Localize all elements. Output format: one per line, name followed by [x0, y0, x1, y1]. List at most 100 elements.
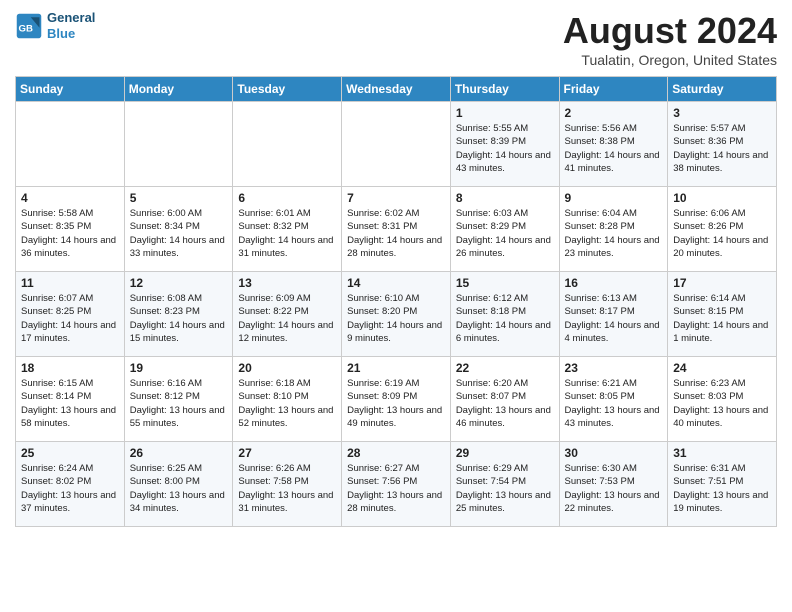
- day-number: 29: [456, 446, 554, 460]
- day-info: Sunrise: 5:55 AMSunset: 8:39 PMDaylight:…: [456, 122, 554, 175]
- day-info: Sunrise: 6:10 AMSunset: 8:20 PMDaylight:…: [347, 292, 445, 345]
- day-info: Sunrise: 5:58 AMSunset: 8:35 PMDaylight:…: [21, 207, 119, 260]
- day-number: 28: [347, 446, 445, 460]
- calendar-week-row: 1 Sunrise: 5:55 AMSunset: 8:39 PMDaylight…: [16, 102, 777, 187]
- day-number: 19: [130, 361, 228, 375]
- day-number: 3: [673, 106, 771, 120]
- day-number: 30: [565, 446, 663, 460]
- calendar-cell: 16Sunrise: 6:13 AMSunset: 8:17 PMDayligh…: [559, 272, 668, 357]
- calendar-cell: 20Sunrise: 6:18 AMSunset: 8:10 PMDayligh…: [233, 357, 342, 442]
- day-number: 13: [238, 276, 336, 290]
- day-number: 27: [238, 446, 336, 460]
- calendar-table: SundayMondayTuesdayWednesdayThursdayFrid…: [15, 76, 777, 527]
- day-info: Sunrise: 6:21 AMSunset: 8:05 PMDaylight:…: [565, 377, 663, 430]
- day-number: 18: [21, 361, 119, 375]
- day-number: 24: [673, 361, 771, 375]
- day-info: Sunrise: 6:24 AMSunset: 8:02 PMDaylight:…: [21, 462, 119, 515]
- column-header-friday: Friday: [559, 77, 668, 102]
- calendar-cell: 2 Sunrise: 5:56 AMSunset: 8:38 PMDaylight…: [559, 102, 668, 187]
- calendar-cell: 26 Sunrise: 6:25 AMSunset: 8:00 PMDayligh…: [124, 442, 233, 527]
- calendar-cell: [16, 102, 125, 187]
- day-info: Sunrise: 6:02 AMSunset: 8:31 PMDaylight:…: [347, 207, 445, 260]
- day-info: Sunrise: 5:57 AMSunset: 8:36 PMDaylight:…: [673, 122, 771, 175]
- day-info: Sunrise: 5:56 AMSunset: 8:38 PMDaylight:…: [565, 122, 663, 175]
- day-number: 8: [456, 191, 554, 205]
- calendar-cell: [342, 102, 451, 187]
- day-number: 11: [21, 276, 119, 290]
- day-number: 2: [565, 106, 663, 120]
- calendar-cell: 15Sunrise: 6:12 AMSunset: 8:18 PMDayligh…: [450, 272, 559, 357]
- calendar-week-row: 25 Sunrise: 6:24 AMSunset: 8:02 PMDayligh…: [16, 442, 777, 527]
- calendar-cell: [233, 102, 342, 187]
- day-info: Sunrise: 6:30 AMSunset: 7:53 PMDaylight:…: [565, 462, 663, 515]
- day-info: Sunrise: 6:26 AMSunset: 7:58 PMDaylight:…: [238, 462, 336, 515]
- day-info: Sunrise: 6:18 AMSunset: 8:10 PMDaylight:…: [238, 377, 336, 430]
- calendar-cell: 3 Sunrise: 5:57 AMSunset: 8:36 PMDaylight…: [668, 102, 777, 187]
- column-header-saturday: Saturday: [668, 77, 777, 102]
- calendar-week-row: 4Sunrise: 5:58 AMSunset: 8:35 PMDaylight…: [16, 187, 777, 272]
- logo-icon: GB: [15, 12, 43, 40]
- day-number: 25: [21, 446, 119, 460]
- day-number: 31: [673, 446, 771, 460]
- day-info: Sunrise: 6:00 AMSunset: 8:34 PMDaylight:…: [130, 207, 228, 260]
- month-year-title: August 2024: [563, 10, 777, 52]
- day-number: 21: [347, 361, 445, 375]
- logo: GB General Blue: [15, 10, 95, 41]
- column-header-wednesday: Wednesday: [342, 77, 451, 102]
- day-number: 9: [565, 191, 663, 205]
- day-info: Sunrise: 6:23 AMSunset: 8:03 PMDaylight:…: [673, 377, 771, 430]
- title-block: August 2024 Tualatin, Oregon, United Sta…: [563, 10, 777, 68]
- calendar-cell: 28Sunrise: 6:27 AMSunset: 7:56 PMDayligh…: [342, 442, 451, 527]
- day-info: Sunrise: 6:09 AMSunset: 8:22 PMDaylight:…: [238, 292, 336, 345]
- day-info: Sunrise: 6:08 AMSunset: 8:23 PMDaylight:…: [130, 292, 228, 345]
- calendar-cell: 9Sunrise: 6:04 AMSunset: 8:28 PMDaylight…: [559, 187, 668, 272]
- column-header-monday: Monday: [124, 77, 233, 102]
- day-number: 10: [673, 191, 771, 205]
- day-info: Sunrise: 6:19 AMSunset: 8:09 PMDaylight:…: [347, 377, 445, 430]
- day-info: Sunrise: 6:14 AMSunset: 8:15 PMDaylight:…: [673, 292, 771, 345]
- day-number: 22: [456, 361, 554, 375]
- calendar-cell: 30 Sunrise: 6:30 AMSunset: 7:53 PMDayligh…: [559, 442, 668, 527]
- day-number: 14: [347, 276, 445, 290]
- calendar-cell: 10Sunrise: 6:06 AMSunset: 8:26 PMDayligh…: [668, 187, 777, 272]
- calendar-cell: 11 Sunrise: 6:07 AMSunset: 8:25 PMDayligh…: [16, 272, 125, 357]
- logo-text: General Blue: [47, 10, 95, 41]
- column-header-sunday: Sunday: [16, 77, 125, 102]
- day-number: 5: [130, 191, 228, 205]
- calendar-cell: 21 Sunrise: 6:19 AMSunset: 8:09 PMDayligh…: [342, 357, 451, 442]
- day-number: 1: [456, 106, 554, 120]
- calendar-cell: 14 Sunrise: 6:10 AMSunset: 8:20 PMDayligh…: [342, 272, 451, 357]
- column-header-thursday: Thursday: [450, 77, 559, 102]
- day-info: Sunrise: 6:01 AMSunset: 8:32 PMDaylight:…: [238, 207, 336, 260]
- page-header: GB General Blue August 2024 Tualatin, Or…: [15, 10, 777, 68]
- day-info: Sunrise: 6:03 AMSunset: 8:29 PMDaylight:…: [456, 207, 554, 260]
- calendar-header-row: SundayMondayTuesdayWednesdayThursdayFrid…: [16, 77, 777, 102]
- calendar-week-row: 18Sunrise: 6:15 AMSunset: 8:14 PMDayligh…: [16, 357, 777, 442]
- calendar-cell: 12 Sunrise: 6:08 AMSunset: 8:23 PMDayligh…: [124, 272, 233, 357]
- calendar-cell: 5 Sunrise: 6:00 AMSunset: 8:34 PMDaylight…: [124, 187, 233, 272]
- day-number: 16: [565, 276, 663, 290]
- day-info: Sunrise: 6:25 AMSunset: 8:00 PMDaylight:…: [130, 462, 228, 515]
- calendar-week-row: 11 Sunrise: 6:07 AMSunset: 8:25 PMDayligh…: [16, 272, 777, 357]
- calendar-cell: 18Sunrise: 6:15 AMSunset: 8:14 PMDayligh…: [16, 357, 125, 442]
- day-info: Sunrise: 6:29 AMSunset: 7:54 PMDaylight:…: [456, 462, 554, 515]
- calendar-cell: 4Sunrise: 5:58 AMSunset: 8:35 PMDaylight…: [16, 187, 125, 272]
- day-info: Sunrise: 6:31 AMSunset: 7:51 PMDaylight:…: [673, 462, 771, 515]
- calendar-cell: 19Sunrise: 6:16 AMSunset: 8:12 PMDayligh…: [124, 357, 233, 442]
- location-subtitle: Tualatin, Oregon, United States: [563, 52, 777, 68]
- calendar-cell: 27 Sunrise: 6:26 AMSunset: 7:58 PMDayligh…: [233, 442, 342, 527]
- calendar-cell: 6 Sunrise: 6:01 AMSunset: 8:32 PMDaylight…: [233, 187, 342, 272]
- calendar-cell: 1 Sunrise: 5:55 AMSunset: 8:39 PMDaylight…: [450, 102, 559, 187]
- calendar-cell: [124, 102, 233, 187]
- calendar-cell: 22Sunrise: 6:20 AMSunset: 8:07 PMDayligh…: [450, 357, 559, 442]
- day-number: 6: [238, 191, 336, 205]
- day-number: 12: [130, 276, 228, 290]
- calendar-cell: 23Sunrise: 6:21 AMSunset: 8:05 PMDayligh…: [559, 357, 668, 442]
- day-info: Sunrise: 6:07 AMSunset: 8:25 PMDaylight:…: [21, 292, 119, 345]
- day-number: 26: [130, 446, 228, 460]
- calendar-cell: 25 Sunrise: 6:24 AMSunset: 8:02 PMDayligh…: [16, 442, 125, 527]
- calendar-cell: 8 Sunrise: 6:03 AMSunset: 8:29 PMDaylight…: [450, 187, 559, 272]
- day-info: Sunrise: 6:12 AMSunset: 8:18 PMDaylight:…: [456, 292, 554, 345]
- calendar-body: 1 Sunrise: 5:55 AMSunset: 8:39 PMDaylight…: [16, 102, 777, 527]
- day-number: 7: [347, 191, 445, 205]
